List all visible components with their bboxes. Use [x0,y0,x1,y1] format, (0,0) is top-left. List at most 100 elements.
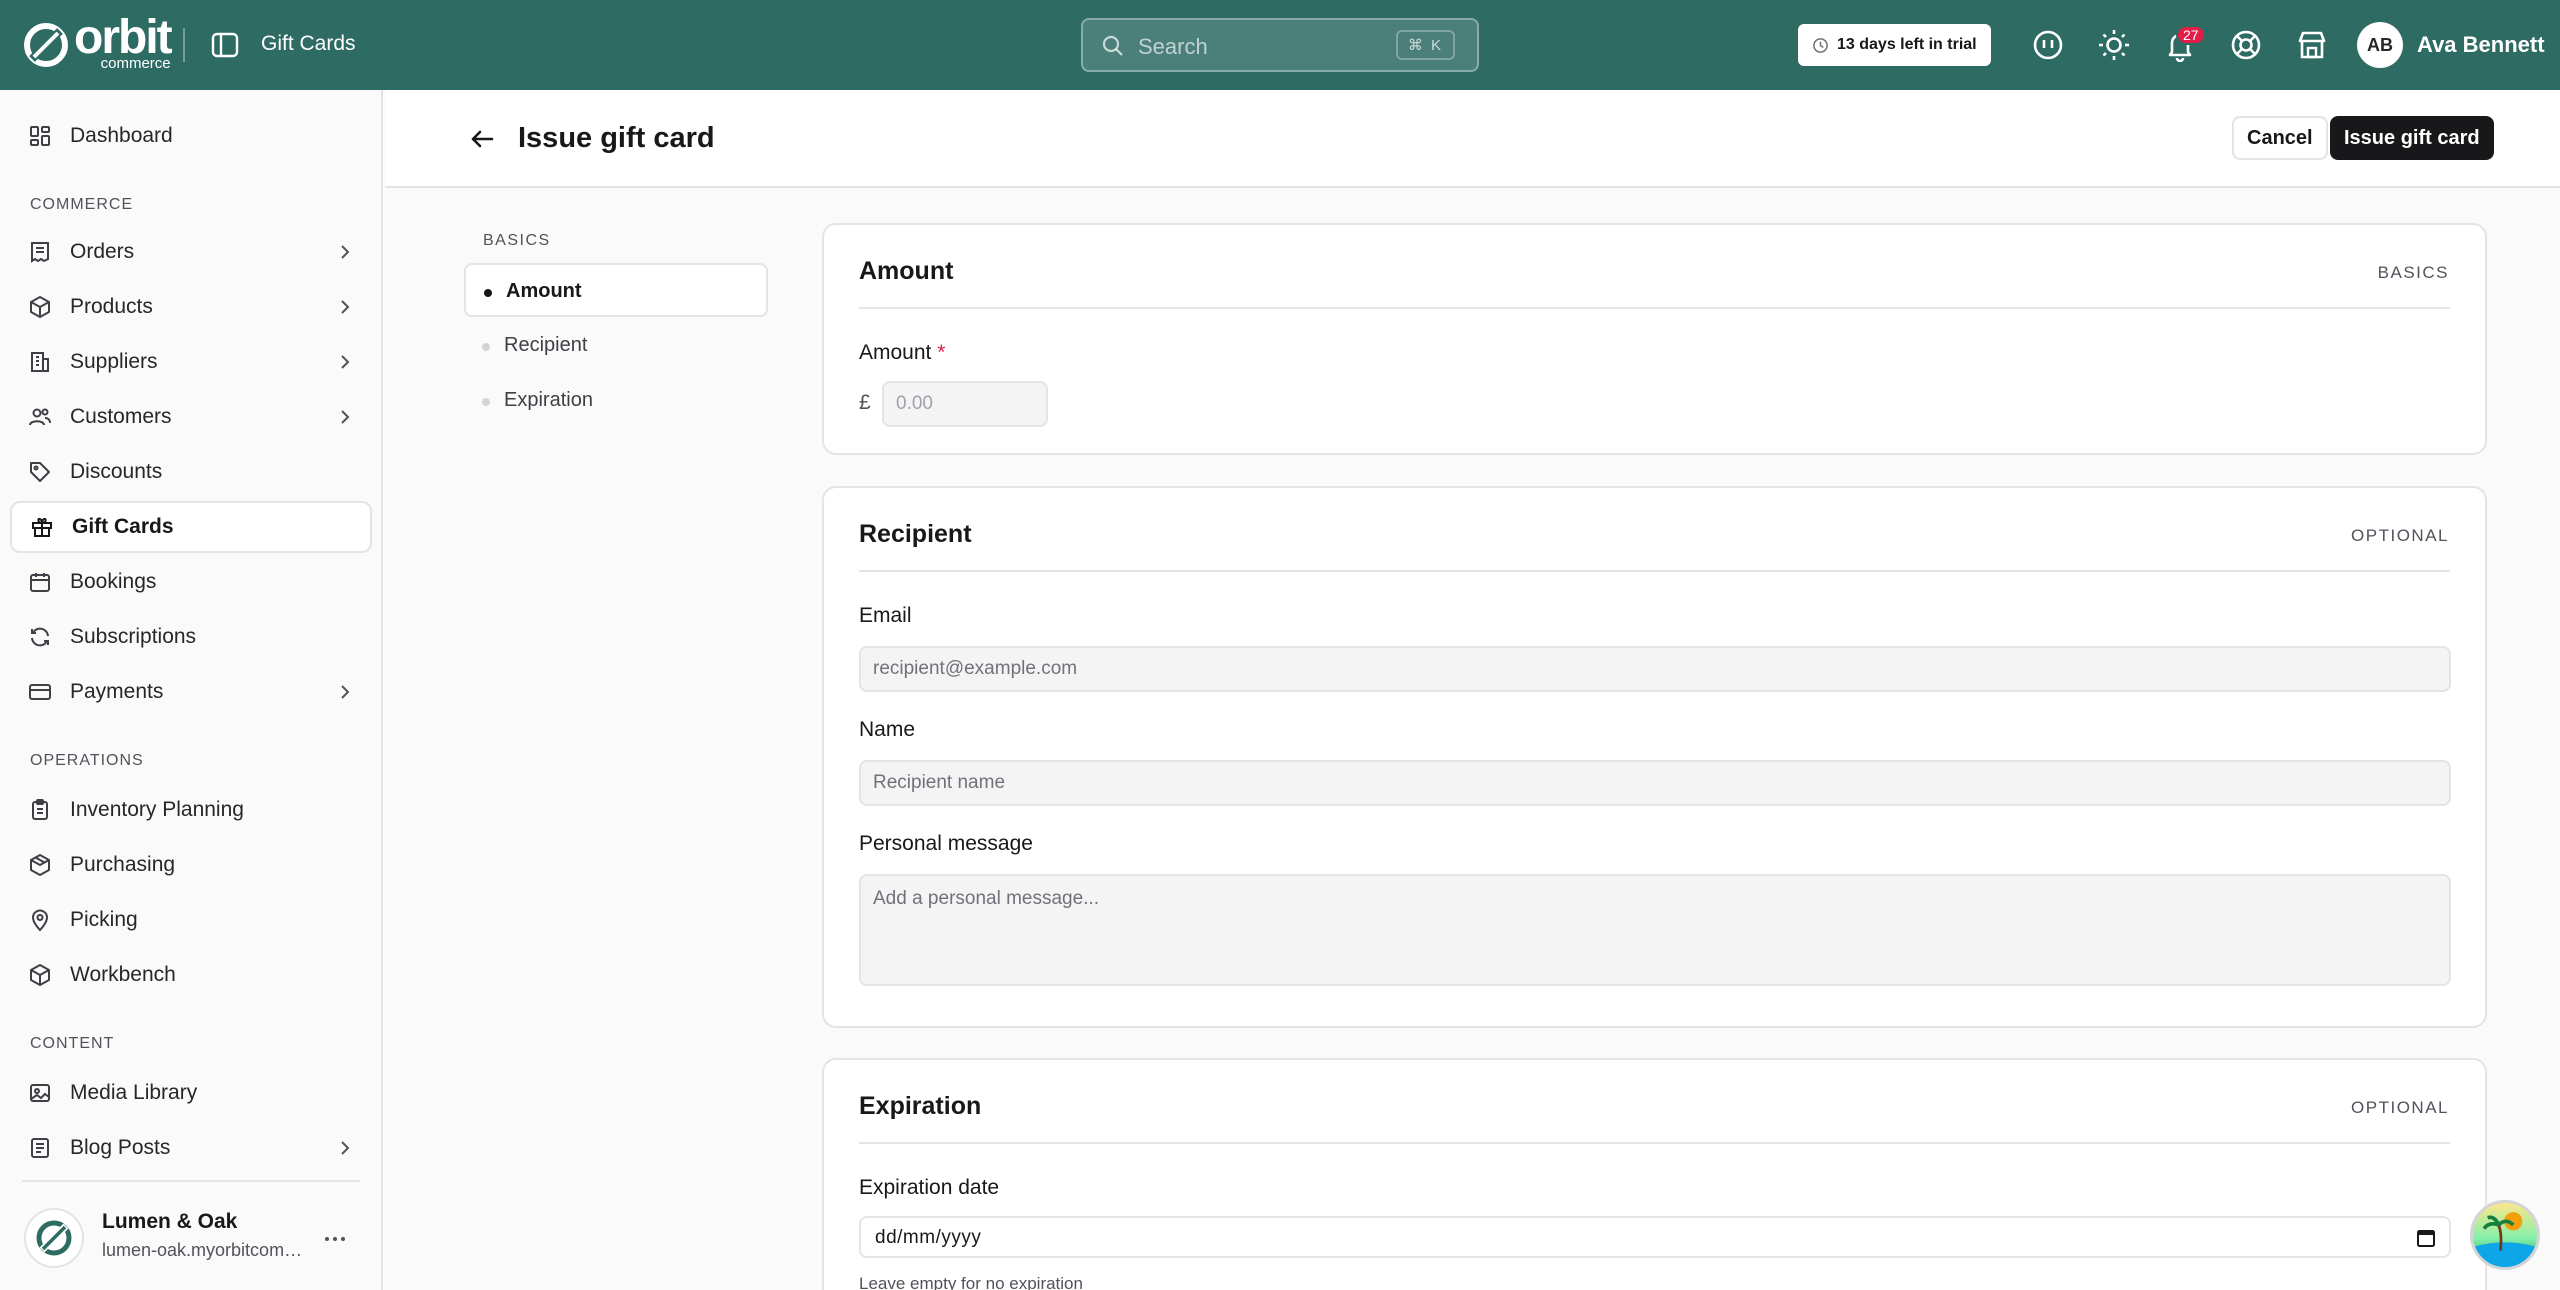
section-nav-amount[interactable]: Amount [464,263,768,317]
chevron-right-icon [341,245,350,259]
sidebar-item-orders[interactable]: Orders [10,226,372,278]
sidebar-item-products[interactable]: Products [10,281,372,333]
sidebar-item-dashboard[interactable]: Dashboard [10,110,372,162]
trial-text: 13 days left in trial [1837,36,1977,53]
orbit-logo-icon [24,22,68,67]
global-search[interactable]: Search ⌘ K [1081,18,1479,72]
help-lifebuoy-icon[interactable] [2229,28,2263,62]
section-title-commerce: COMMERCE [30,196,134,213]
chevron-right-icon [341,355,350,369]
sidebar-item-subscriptions[interactable]: Subscriptions [10,611,372,663]
section-title-content: CONTENT [30,1035,115,1052]
calendar-icon[interactable] [2415,1227,2437,1249]
theme-sun-icon[interactable] [2097,28,2131,62]
store-switcher[interactable]: Lumen & Oak lumen-oak.myorbitcommerce.co… [22,1180,360,1270]
sidebar-item-discounts[interactable]: Discounts [10,446,372,498]
clock-icon [1813,37,1828,53]
sidebar-item-label: Picking [70,908,138,931]
top-bar: orbit commerce Gift Cards Search ⌘ K 13 … [0,0,2560,90]
sidebar-item-label: Gift Cards [72,515,174,538]
sidebar-item-blog-posts[interactable]: Blog Posts [10,1122,372,1174]
personal-message-field[interactable] [859,874,2451,986]
sidebar-item-media-library[interactable]: Media Library [10,1067,372,1119]
date-placeholder: dd/mm/yyyy [875,1227,982,1248]
logo-word: orbit [74,11,173,64]
sidebar-item-bookings[interactable]: Bookings [10,556,372,608]
user-avatar[interactable]: AB [2357,22,2403,68]
sidebar-item-picking[interactable]: Picking [10,894,372,946]
amount-input[interactable] [882,381,1048,427]
sidebar-item-label: Blog Posts [70,1136,171,1159]
sidebar-item-suppliers[interactable]: Suppliers [10,336,372,388]
sidebar-item-label: Orders [70,240,135,263]
sidebar-item-gift-cards[interactable]: Gift Cards [10,501,372,553]
section-nav-label: Expiration [504,389,593,411]
orders-icon [31,242,49,263]
sidebar-item-workbench[interactable]: Workbench [10,949,372,1001]
building-icon [31,352,49,372]
message-label: Personal message [859,832,1033,855]
card-title: Expiration [859,1092,982,1120]
sidebar-item-label: Products [70,295,153,318]
storefront-icon[interactable] [2295,28,2329,62]
card-divider [859,1142,2450,1144]
assistant-launcher-avatar[interactable] [2470,1200,2540,1270]
search-placeholder: Search [1138,34,1208,59]
topbar-divider [183,28,185,62]
section-nav-label: Recipient [504,334,588,356]
expiration-card: Expiration OPTIONAL Expiration date dd/m… [822,1058,2487,1290]
email-field[interactable] [859,646,2451,692]
section-nav-recipient[interactable]: Recipient [464,319,768,373]
back-arrow-icon[interactable] [467,124,497,154]
name-field[interactable] [859,760,2451,806]
notification-count-badge: 27 [2176,25,2206,45]
sidebar-item-purchasing[interactable]: Purchasing [10,839,372,891]
page-title: Issue gift card [518,122,715,154]
section-dot [484,289,492,297]
tag-icon [30,462,50,482]
required-mark: * [937,341,946,364]
chevron-right-icon [341,410,350,424]
card-tag: BASICS [2377,263,2449,282]
card-tag: OPTIONAL [2351,526,2449,545]
sidebar-item-payments[interactable]: Payments [10,666,372,718]
breadcrumb[interactable]: Gift Cards [261,32,356,56]
credit-card-icon [29,684,51,700]
box-icon [30,296,50,318]
expiration-date-input[interactable]: dd/mm/yyyy [859,1216,2451,1258]
section-nav-expiration[interactable]: Expiration [464,374,768,428]
recipient-card: Recipient OPTIONAL Email Name Personal m… [822,486,2487,1028]
calendar-icon [30,573,50,592]
users-icon [29,408,51,426]
email-label: Email [859,604,912,627]
sidebar-item-label: Inventory Planning [70,798,244,821]
sidebar-item-label: Workbench [70,963,176,986]
sidebar-item-label: Bookings [70,570,157,593]
user-name[interactable]: Ava Bennett [2417,32,2545,58]
store-url: lumen-oak.myorbitcommerce.com [102,1240,312,1260]
document-icon [31,1138,49,1158]
section-dot [482,398,490,406]
sidebar-item-label: Media Library [70,1081,198,1104]
name-label: Name [859,718,916,741]
cancel-button[interactable]: Cancel [2232,116,2328,160]
more-horizontal-icon[interactable] [322,1226,348,1252]
sidebar-toggle-icon[interactable] [210,30,240,60]
sidebar-item-inventory-planning[interactable]: Inventory Planning [10,784,372,836]
sidebar-item-label: Discounts [70,460,163,483]
ai-assistant-icon[interactable] [2031,28,2065,62]
sidebar-item-customers[interactable]: Customers [10,391,372,443]
page-header: Issue gift card Cancel Issue gift card [385,90,2560,188]
section-nav-title: BASICS [483,232,551,249]
expiration-date-label: Expiration date [859,1176,1000,1199]
section-dot [482,343,490,351]
expiration-hint: Leave empty for no expiration [859,1274,1083,1290]
brand-logo[interactable]: orbit commerce [22,11,173,71]
issue-gift-card-button[interactable]: Issue gift card [2330,116,2494,160]
package-icon [30,854,50,876]
trial-badge[interactable]: 13 days left in trial [1798,24,1991,66]
refresh-icon [31,627,49,647]
sidebar-item-label: Purchasing [70,853,176,876]
store-logo-icon [36,1220,72,1256]
amount-label-text: Amount [859,341,932,364]
